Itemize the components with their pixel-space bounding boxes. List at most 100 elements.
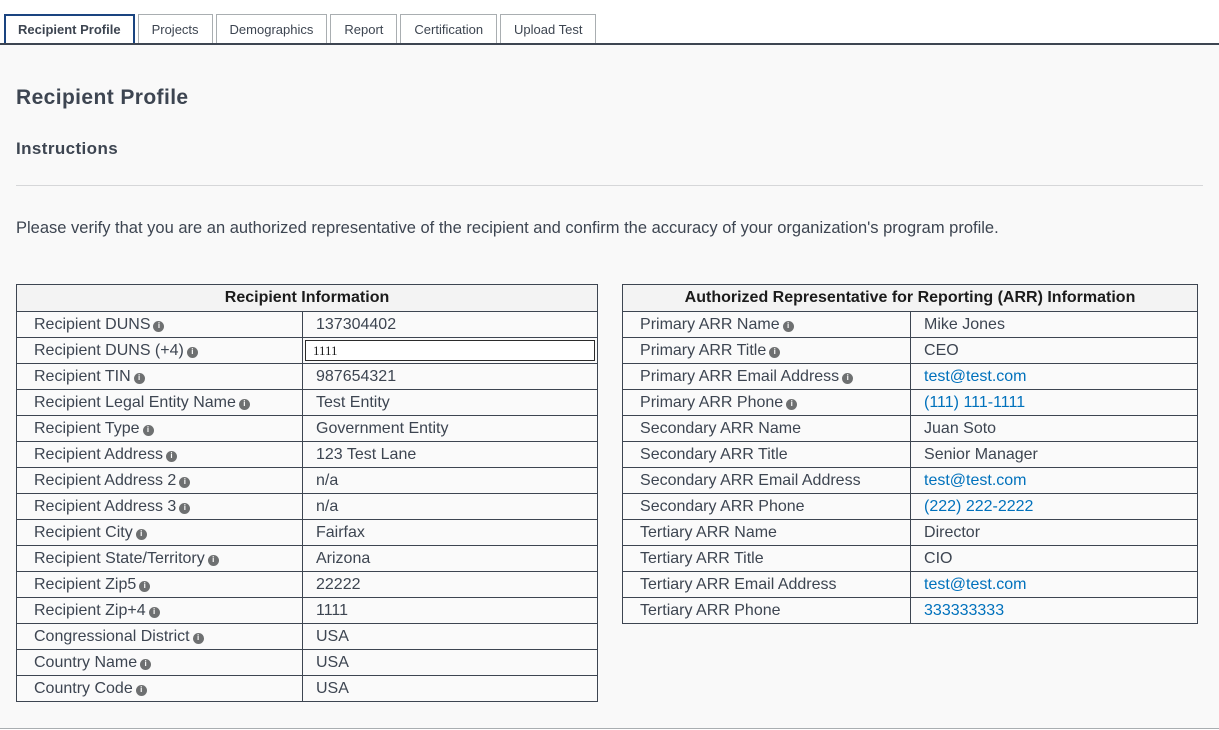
table-row: Tertiary ARR TitleCIO [623, 546, 1198, 572]
row-label: Tertiary ARR Email Address [640, 576, 837, 593]
arr-information-table: Authorized Representative for Reporting … [622, 284, 1198, 624]
info-icon[interactable]: i [786, 399, 797, 410]
row-value-cell: test@test.com [911, 364, 1198, 390]
row-label-cell: Recipient Addressi [17, 442, 303, 468]
row-label-cell: Country Codei [17, 676, 303, 702]
row-label-cell: Tertiary ARR Phone [623, 598, 911, 624]
recipient-duns-4-input[interactable] [305, 340, 595, 361]
row-value-cell: 333333333 [911, 598, 1198, 624]
row-label: Recipient Address 2 [34, 472, 176, 489]
tab-demographics[interactable]: Demographics [216, 14, 328, 43]
info-icon[interactable]: i [134, 373, 145, 384]
table-row: Recipient Addressi123 Test Lane [17, 442, 598, 468]
row-label: Recipient Zip+4 [34, 602, 146, 619]
info-icon[interactable]: i [842, 373, 853, 384]
secondary-arr-email-address-link[interactable]: test@test.com [924, 472, 1027, 489]
table-row: Recipient State/TerritoryiArizona [17, 546, 598, 572]
table-header-row: Authorized Representative for Reporting … [623, 285, 1198, 312]
table-row: Tertiary ARR NameDirector [623, 520, 1198, 546]
row-value-cell: test@test.com [911, 572, 1198, 598]
info-icon[interactable]: i [208, 555, 219, 566]
recipient-profile-panel: Recipient Profile Instructions Please ve… [0, 45, 1219, 729]
row-value-cell: CIO [911, 546, 1198, 572]
table-row: Primary ARR Phonei (111) 111-1111 [623, 390, 1198, 416]
row-value-cell: Mike Jones [911, 312, 1198, 338]
row-value-cell: Fairfax [303, 520, 598, 546]
row-value-cell: (111) 111-1111 [911, 390, 1198, 416]
info-icon[interactable]: i [143, 425, 154, 436]
row-value: CEO [924, 342, 959, 359]
tertiary-arr-phone-link[interactable]: 333333333 [924, 602, 1004, 619]
row-value: n/a [316, 472, 338, 489]
primary-arr-email-address-link[interactable]: test@test.com [924, 368, 1027, 385]
row-label: Secondary ARR Title [640, 446, 788, 463]
row-value-cell: Senior Manager [911, 442, 1198, 468]
table-row: Recipient Zip5i22222 [17, 572, 598, 598]
row-value-cell: Government Entity [303, 416, 598, 442]
row-label: Primary ARR Phone [640, 394, 783, 411]
row-label-cell: Congressional Districti [17, 624, 303, 650]
info-icon[interactable]: i [149, 607, 160, 618]
row-label: Tertiary ARR Phone [640, 602, 781, 619]
info-icon[interactable]: i [166, 451, 177, 462]
row-value: 22222 [316, 576, 361, 593]
row-value: Fairfax [316, 524, 365, 541]
instructions-heading: Instructions [16, 110, 1203, 159]
row-value-cell [303, 338, 598, 364]
row-value-cell: USA [303, 676, 598, 702]
info-icon[interactable]: i [769, 347, 780, 358]
tab-certification[interactable]: Certification [400, 14, 497, 43]
table-row: Recipient DUNS (+4)i [17, 338, 598, 364]
recipient-information-table: Recipient Information Recipient DUNSi137… [16, 284, 598, 702]
row-value-cell: n/a [303, 494, 598, 520]
row-label-cell: Secondary ARR Name [623, 416, 911, 442]
row-value: USA [316, 680, 349, 697]
tab-projects[interactable]: Projects [138, 14, 213, 43]
row-label: Congressional District [34, 628, 190, 645]
table-row: Primary ARR Titlei CEO [623, 338, 1198, 364]
primary-arr-phone-link[interactable]: (111) 111-1111 [924, 394, 1025, 411]
info-icon[interactable]: i [136, 529, 147, 540]
tertiary-arr-email-address-link[interactable]: test@test.com [924, 576, 1027, 593]
info-icon[interactable]: i [193, 633, 204, 644]
info-icon[interactable]: i [179, 477, 190, 488]
row-label-cell: Recipient Address 3i [17, 494, 303, 520]
row-value: Juan Soto [924, 420, 996, 437]
row-label-cell: Recipient Zip+4i [17, 598, 303, 624]
arr-table-body: Primary ARR NameiMike JonesPrimary ARR T… [623, 312, 1198, 624]
row-label: Recipient DUNS (+4) [34, 342, 184, 359]
row-label-cell: Recipient DUNSi [17, 312, 303, 338]
row-value: CIO [924, 550, 952, 567]
row-label: Recipient State/Territory [34, 550, 205, 567]
info-icon[interactable]: i [139, 581, 150, 592]
info-icon[interactable]: i [179, 503, 190, 514]
row-value: Test Entity [316, 394, 390, 411]
row-label: Recipient City [34, 524, 133, 541]
info-icon[interactable]: i [153, 321, 164, 332]
row-label: Recipient Address 3 [34, 498, 176, 515]
row-label: Country Code [34, 680, 133, 697]
row-label-cell: Primary ARR Titlei [623, 338, 911, 364]
table-row: Country NameiUSA [17, 650, 598, 676]
table-row: Recipient Zip+4i1111 [17, 598, 598, 624]
instructions-text: Please verify that you are an authorized… [16, 186, 1203, 238]
tab-recipient-profile[interactable]: Recipient Profile [4, 14, 135, 43]
arr-information-header: Authorized Representative for Reporting … [623, 285, 1198, 312]
info-icon[interactable]: i [140, 659, 151, 670]
row-label-cell: Secondary ARR Title [623, 442, 911, 468]
info-icon[interactable]: i [239, 399, 250, 410]
secondary-arr-phone-link[interactable]: (222) 222-2222 [924, 498, 1033, 515]
info-icon[interactable]: i [783, 321, 794, 332]
row-label-cell: Primary ARR Phonei [623, 390, 911, 416]
row-value: 137304402 [316, 316, 396, 333]
table-row: Primary ARR Email Addressitest@test.com [623, 364, 1198, 390]
info-icon[interactable]: i [187, 347, 198, 358]
tab-upload-test[interactable]: Upload Test [500, 14, 596, 43]
row-value: Director [924, 524, 980, 541]
table-row: Secondary ARR Title Senior Manager [623, 442, 1198, 468]
tab-report[interactable]: Report [330, 14, 397, 43]
table-row: Recipient Legal Entity NameiTest Entity [17, 390, 598, 416]
table-row: Secondary ARR Name Juan Soto [623, 416, 1198, 442]
info-icon[interactable]: i [136, 685, 147, 696]
row-label: Secondary ARR Name [640, 420, 801, 437]
